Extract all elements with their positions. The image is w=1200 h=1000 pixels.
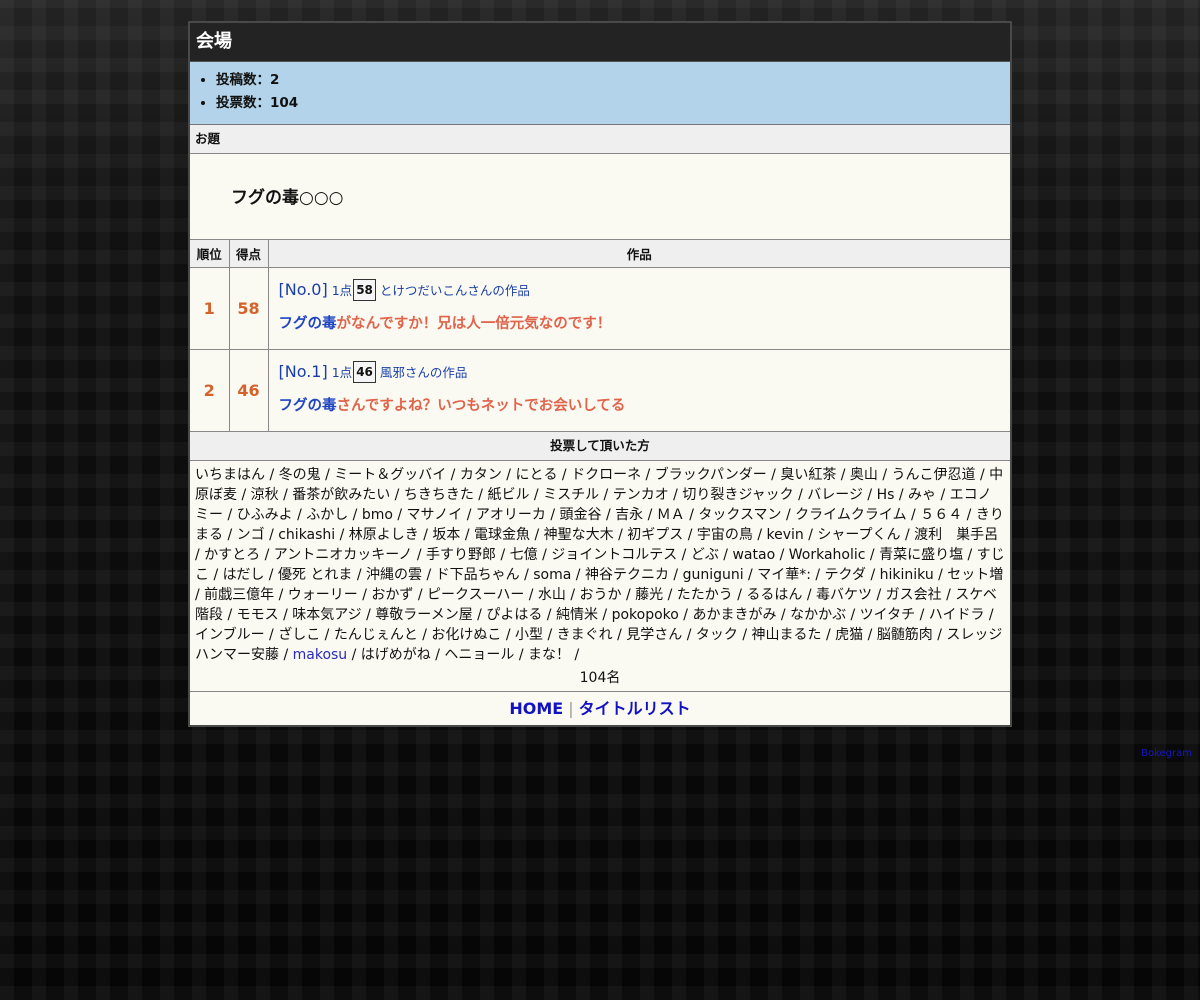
point-badge: 46 [353, 360, 376, 383]
voters-names: いちまはん / 冬の鬼 / ミート＆グッバイ / カタン / にとる / ドクロ… [195, 467, 1005, 663]
author-link[interactable]: とけつだいこんさんの作品 [380, 280, 530, 299]
rank-header: 順位 [190, 240, 230, 268]
work-text: フグの毒がなんですか！兄は人一倍元気なのです！ [279, 312, 1011, 333]
work-number-link[interactable]: [No.0] [279, 280, 328, 299]
work-keyword: フグの毒 [278, 315, 337, 332]
work-text: フグの毒さんですよね？いつもネットでお会いしてる [279, 394, 1011, 415]
venue-panel: 会場 投稿数：2 投票数：104 お題 フグの毒○○○ 順位 得点 作品 1 5… [188, 21, 1012, 727]
voters-names-tail: / はげめがね / ヘニョール / まな！ / [347, 647, 580, 663]
table-row: 2 46 [No.1] 1点 46 風邪さんの作品 フグの毒さんですよね？いつも… [190, 349, 1011, 432]
voters-header: 投票して頂いた方 [190, 432, 1010, 461]
voter-count: 104名 [190, 665, 1010, 692]
vote-count: 投票数：104 [216, 92, 1010, 115]
work-number-link[interactable]: [No.1] [279, 362, 328, 381]
score-cell: 46 [229, 349, 269, 432]
work-header: 作品 [268, 240, 1010, 268]
work-keyword: フグの毒 [278, 397, 337, 414]
work-meta: [No.0] 1点 58 とけつだいこんさんの作品 [279, 278, 1011, 301]
credit-link[interactable]: Bokegram [1141, 748, 1192, 759]
work-cell: [No.1] 1点 46 風邪さんの作品 フグの毒さんですよね？いつもネットでお… [268, 349, 1011, 432]
work-cell: [No.0] 1点 58 とけつだいこんさんの作品 フグの毒がなんですか！兄は人… [268, 267, 1011, 350]
title-list-link[interactable]: タイトルリスト [579, 699, 691, 718]
venue-title: 会場 [190, 23, 1010, 62]
work-meta: [No.1] 1点 46 風邪さんの作品 [279, 360, 1011, 383]
rank-cell: 1 [190, 267, 230, 350]
post-count: 投稿数：2 [216, 69, 1010, 92]
point-label: 1点 [331, 365, 353, 380]
voter-link[interactable]: makosu [293, 647, 348, 663]
rank-cell: 2 [190, 349, 230, 432]
author-link[interactable]: 風邪さんの作品 [380, 362, 468, 381]
work-answer: さんですよね？いつもネットでお会いしてる [336, 397, 626, 414]
voters-list: いちまはん / 冬の鬼 / ミート＆グッバイ / カタン / にとる / ドクロ… [190, 461, 1010, 665]
odai-text: フグの毒○○○ [190, 154, 1010, 240]
nav-separator: | [568, 699, 574, 718]
score-header: 得点 [229, 240, 269, 268]
footer-nav: HOME | タイトルリスト [190, 692, 1010, 725]
odai-header: お題 [190, 125, 1010, 154]
score-cell: 58 [229, 267, 269, 350]
results-header-row: 順位 得点 作品 [190, 240, 1010, 268]
home-link[interactable]: HOME [509, 699, 563, 718]
venue-stats: 投稿数：2 投票数：104 [190, 62, 1010, 125]
point-badge: 58 [353, 278, 376, 301]
point-label: 1点 [331, 283, 353, 298]
results-table: 順位 得点 作品 1 58 [No.0] 1点 58 とけつだいこんさんの作品 … [190, 240, 1010, 432]
work-answer: がなんですか！兄は人一倍元気なのです！ [336, 315, 612, 332]
stats-list: 投稿数：2 投票数：104 [190, 62, 1010, 115]
table-row: 1 58 [No.0] 1点 58 とけつだいこんさんの作品 フグの毒がなんです… [190, 267, 1011, 350]
